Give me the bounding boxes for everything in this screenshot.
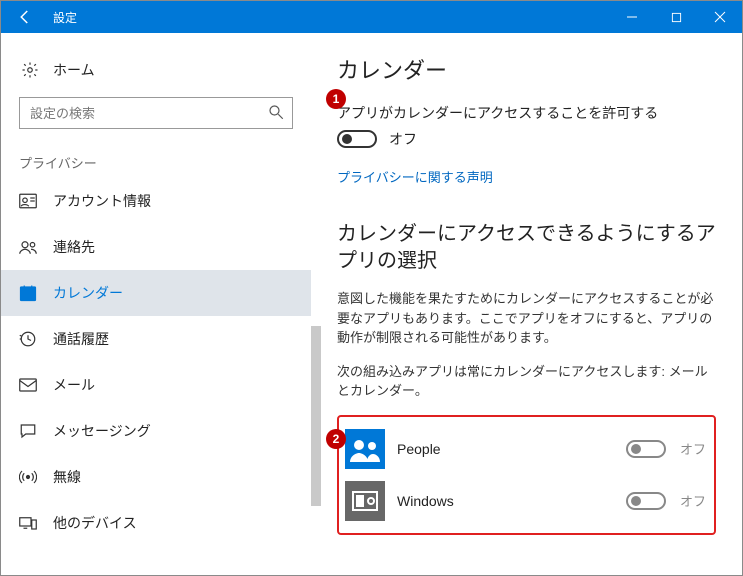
sidebar-home[interactable]: ホーム [1, 51, 311, 89]
builtin-apps-note: 次の組み込みアプリは常にカレンダーにアクセスします: メールとカレンダー。 [337, 362, 716, 401]
sidebar-item-call-history[interactable]: 通話履歴 [1, 316, 311, 362]
devices-icon [19, 515, 37, 531]
sidebar-item-account-info[interactable]: アカウント情報 [1, 178, 311, 224]
search-input[interactable] [19, 97, 293, 129]
sidebar-item-label: 他のデバイス [53, 513, 137, 533]
sidebar-item-label: 通話履歴 [53, 329, 109, 349]
section-description: 意図した機能を果たすためにカレンダーにアクセスすることが必要なアプリもあります。… [337, 289, 716, 348]
sidebar-item-label: アカウント情報 [53, 191, 151, 211]
sidebar-item-label: メール [53, 375, 95, 395]
sidebar-item-label: メッセージング [53, 421, 151, 441]
sidebar-item-label: カレンダー [53, 283, 123, 303]
app-row-people: People オフ [345, 423, 706, 475]
calendar-icon [19, 284, 37, 302]
app-toggle-state: オフ [678, 439, 706, 458]
page-heading: カレンダー [337, 53, 716, 85]
permission-toggle-state: オフ [389, 129, 417, 149]
sidebar-home-label: ホーム [53, 60, 95, 80]
sidebar: ホーム プライバシー アカウント情報 連絡先 カレンダー 通話履歴 メール [1, 33, 311, 575]
annotation-badge-2: 2 [326, 429, 346, 449]
app-toggle[interactable] [626, 440, 666, 458]
app-name: People [397, 441, 614, 457]
history-icon [19, 330, 37, 348]
app-name: Windows [397, 493, 614, 509]
privacy-statement-link[interactable]: プライバシーに関する声明 [337, 167, 493, 186]
search-icon [267, 103, 285, 121]
app-list-annotation-box: People オフ Windows オフ [337, 415, 716, 535]
permission-label: アプリがカレンダーにアクセスすることを許可する [337, 103, 716, 123]
annotation-badge-1: 1 [326, 89, 346, 109]
sidebar-item-label: 無線 [53, 467, 81, 487]
main-pane: カレンダー アプリがカレンダーにアクセスすることを許可する オフ プライバシーに… [311, 33, 742, 575]
close-button[interactable] [698, 1, 742, 33]
permission-toggle[interactable] [337, 130, 377, 148]
sidebar-item-messaging[interactable]: メッセージング [1, 408, 311, 454]
maximize-button[interactable] [654, 1, 698, 33]
window-titlebar: 設定 [1, 1, 742, 33]
sidebar-item-mail[interactable]: メール [1, 362, 311, 408]
windows-app-icon [345, 481, 385, 521]
mail-icon [19, 378, 37, 392]
window-title: 設定 [49, 9, 77, 26]
sidebar-item-label: 連絡先 [53, 237, 95, 257]
gear-icon [21, 61, 39, 79]
section-heading: カレンダーにアクセスできるようにするアプリの選択 [337, 221, 716, 275]
app-row-windows: Windows オフ [345, 475, 706, 527]
chat-icon [19, 422, 37, 440]
sidebar-item-radios[interactable]: 無線 [1, 454, 311, 500]
sidebar-item-contacts[interactable]: 連絡先 [1, 224, 311, 270]
sidebar-item-other-devices[interactable]: 他のデバイス [1, 500, 311, 546]
sidebar-item-calendar[interactable]: カレンダー [1, 270, 311, 316]
contact-card-icon [19, 193, 37, 209]
app-toggle[interactable] [626, 492, 666, 510]
back-button[interactable] [1, 1, 49, 33]
radio-icon [19, 468, 37, 486]
minimize-button[interactable] [610, 1, 654, 33]
people-app-icon [345, 429, 385, 469]
sidebar-group-label: プライバシー [1, 139, 311, 178]
app-toggle-state: オフ [678, 491, 706, 510]
people-icon [19, 239, 37, 255]
